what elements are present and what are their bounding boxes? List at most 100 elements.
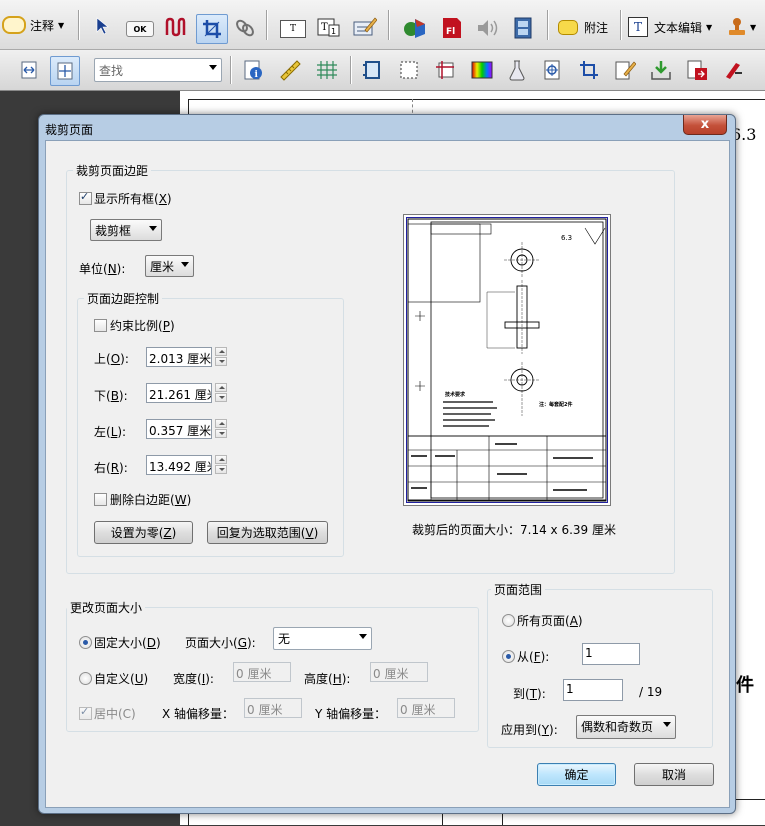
spin-down-icon[interactable]: [215, 429, 227, 438]
spin-down-icon[interactable]: [215, 465, 227, 474]
form-edit-icon: [353, 17, 377, 36]
text-edit-label: 文本编辑: [654, 20, 703, 35]
change-page-size-group-title: 更改页面大小: [67, 599, 146, 616]
flask-tool[interactable]: [505, 58, 529, 82]
speaker-icon: [478, 20, 498, 36]
revert-to-selection-button[interactable]: 回复为选取范围(V): [207, 521, 328, 544]
box-type-select[interactable]: 裁剪框: [90, 219, 162, 241]
ok-button-tool[interactable]: OK: [126, 21, 154, 37]
target-tool[interactable]: [540, 58, 564, 82]
text-field-tool[interactable]: T: [280, 20, 306, 38]
spin-down-icon[interactable]: [215, 393, 227, 402]
x-offset-label: X 轴偏移量：: [162, 707, 235, 721]
apply-to-select[interactable]: 偶数和奇数页: [576, 715, 676, 739]
to-page-input[interactable]: 1: [563, 679, 623, 701]
chevron-down-icon: [209, 65, 217, 70]
remove-white-margins-label: 删除白边距(W): [110, 493, 192, 507]
fit-width-button[interactable]: [18, 59, 40, 81]
fit-page-button[interactable]: [50, 56, 80, 86]
width-label: 宽度(I):: [173, 672, 214, 686]
right-margin-input[interactable]: 13.492 厘米: [146, 455, 212, 475]
bottom-margin-input[interactable]: 21.261 厘米: [146, 383, 212, 403]
attach-note-label: 附注: [584, 20, 609, 35]
document-properties-button[interactable]: i: [241, 58, 265, 82]
height-label: 高度(H):: [304, 672, 351, 686]
text-edit-menu[interactable]: T 文本编辑 ▼: [628, 16, 712, 38]
close-button[interactable]: x: [683, 115, 727, 135]
bottom-margin-label: 下(B):: [94, 389, 128, 403]
custom-size-radio[interactable]: [79, 672, 92, 685]
constrain-proportions-checkbox[interactable]: [94, 319, 107, 332]
crop-preview: 6.3 技术要求 注：每套配2件: [403, 214, 611, 506]
cloud-annotation-icon: [2, 16, 26, 34]
spin-up-icon[interactable]: [215, 455, 227, 464]
annotate-menu[interactable]: 注释 ▼: [2, 14, 64, 36]
y-offset-input[interactable]: 0 厘米: [397, 698, 455, 718]
redact-icon: [726, 63, 742, 79]
bottom-margin-spinner[interactable]: [215, 383, 228, 403]
select-area-tool[interactable]: [397, 58, 421, 82]
crop-pages-icon: [436, 61, 454, 79]
measure-tool[interactable]: [278, 58, 302, 82]
crop-pages-tool[interactable]: [432, 58, 458, 82]
close-icon: x: [700, 117, 710, 132]
fixed-size-label: 固定大小(D): [94, 636, 161, 650]
flash-tool[interactable]: Fl: [440, 16, 464, 40]
toolbar-separator: [388, 10, 390, 40]
3d-tool[interactable]: [402, 15, 428, 39]
top-margin-input[interactable]: 2.013 厘米: [146, 347, 212, 367]
set-to-zero-button[interactable]: 设置为零(Z): [94, 521, 193, 544]
spin-up-icon[interactable]: [215, 347, 227, 356]
link-tool[interactable]: [234, 18, 256, 38]
info-document-icon: i: [244, 60, 262, 80]
convert-pdf-tool[interactable]: [684, 58, 710, 82]
left-margin-spinner[interactable]: [215, 419, 228, 439]
spin-up-icon[interactable]: [215, 419, 227, 428]
cancel-button[interactable]: 取消: [634, 763, 714, 786]
page-size-select[interactable]: 无: [273, 627, 372, 650]
stamp-tool[interactable]: ▼: [726, 16, 756, 38]
search-combo[interactable]: 查找: [94, 58, 222, 82]
show-all-boxes-checkbox[interactable]: [79, 190, 92, 205]
right-margin-spinner[interactable]: [215, 455, 228, 475]
right-margin-label: 右(R):: [94, 461, 128, 475]
spin-down-icon[interactable]: [215, 357, 227, 366]
crop-tool[interactable]: [196, 14, 228, 44]
svg-text:1: 1: [331, 27, 336, 36]
remove-white-margins-checkbox[interactable]: [94, 493, 107, 506]
text-box-tool[interactable]: T1: [317, 16, 341, 38]
select-pointer-tool[interactable]: [92, 16, 112, 36]
typewriter-tool[interactable]: [352, 16, 378, 38]
ink-tool[interactable]: [163, 16, 187, 38]
chevron-down-icon: [149, 226, 157, 231]
color-tool[interactable]: [469, 58, 495, 82]
spin-up-icon[interactable]: [215, 383, 227, 392]
edit-document-tool[interactable]: [612, 58, 638, 82]
height-input[interactable]: 0 厘米: [370, 662, 428, 682]
from-page-radio[interactable]: [502, 650, 515, 663]
from-page-input[interactable]: 1: [582, 643, 640, 665]
attach-note-button[interactable]: 附注: [558, 16, 608, 38]
center-checkbox[interactable]: [79, 705, 92, 720]
svg-text:i: i: [255, 70, 259, 80]
pointer-icon: [96, 17, 109, 35]
import-tool[interactable]: [648, 58, 674, 82]
ok-button[interactable]: 确定: [537, 763, 616, 786]
sound-tool[interactable]: [476, 18, 500, 38]
top-margin-spinner[interactable]: [215, 347, 228, 367]
toolbar-separator: [350, 56, 352, 84]
fixed-size-radio[interactable]: [79, 636, 92, 649]
grid-tool[interactable]: [314, 58, 340, 82]
crop-arrow-tool[interactable]: [576, 58, 602, 82]
x-offset-input[interactable]: 0 厘米: [244, 698, 302, 718]
text-field-icon: T: [289, 24, 296, 34]
page-box-tool[interactable]: [360, 58, 384, 82]
width-input[interactable]: 0 厘米: [233, 662, 291, 682]
all-pages-radio[interactable]: [502, 614, 515, 627]
unit-select[interactable]: 厘米: [145, 255, 194, 277]
video-tool[interactable]: [512, 17, 534, 39]
search-input[interactable]: 查找: [99, 62, 123, 79]
left-margin-input[interactable]: 0.357 厘米: [146, 419, 212, 439]
redact-tool[interactable]: [720, 58, 746, 82]
fit-width-icon: [21, 61, 37, 79]
